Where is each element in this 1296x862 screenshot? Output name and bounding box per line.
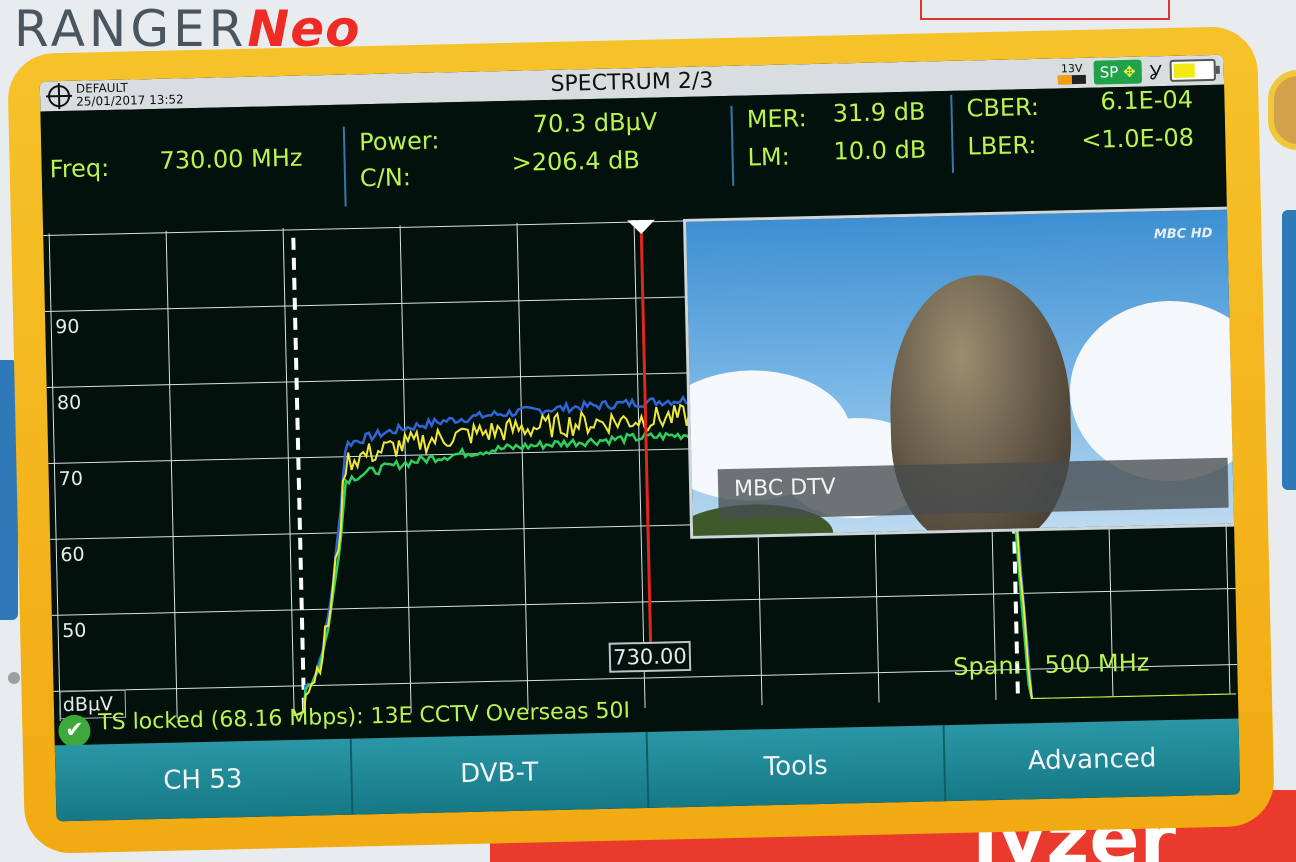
voltage-bar: [1057, 74, 1086, 84]
mode-badge[interactable]: SP ✥: [1093, 59, 1142, 85]
rotary-knob[interactable]: [1268, 70, 1296, 150]
voltage-label: 13V: [1060, 61, 1083, 75]
cn-value: >206.4 dB: [511, 145, 641, 177]
lm-label: LM:: [747, 142, 791, 172]
freq-value: 730.00 MHz: [159, 143, 303, 175]
y-tick-label: 60: [60, 544, 85, 567]
broadcaster-logo: MBC HD: [1153, 225, 1213, 243]
mer-label: MER:: [746, 104, 807, 134]
channel-caption: MBC DTV: [717, 457, 1229, 520]
right-side-button[interactable]: [1282, 210, 1296, 490]
grid-line-v: [399, 225, 412, 714]
span-readout: Span: 500 MHz: [952, 648, 1150, 681]
cber-value: 6.1E-04: [1100, 85, 1194, 116]
battery-icon: [1169, 58, 1217, 82]
softkey-tools[interactable]: Tools: [647, 725, 946, 808]
y-tick-label: 50: [62, 620, 87, 643]
grid-line-v: [516, 222, 529, 711]
voltage-indicator: 13V: [1057, 61, 1086, 84]
y-tick-label: 80: [57, 392, 82, 415]
lm-value: 10.0 dB: [833, 135, 927, 166]
led-indicator: [8, 672, 20, 684]
channel-edge-left: [291, 237, 307, 714]
move-arrows-icon: ✥: [1122, 62, 1136, 81]
softkey-advanced[interactable]: Advanced: [944, 719, 1240, 802]
power-label: Power:: [358, 126, 440, 157]
marker-triangle-icon[interactable]: [627, 219, 656, 235]
mer-value: 31.9 dB: [832, 97, 926, 128]
lber-value: <1.0E-08: [1080, 123, 1195, 154]
corner-decoration: [920, 0, 1170, 20]
grid-line-v: [165, 230, 178, 719]
device-bezel: DEFAULT 25/01/2017 13:52 SPECTRUM 2/3 13…: [7, 25, 1275, 855]
check-icon: ✔: [58, 714, 91, 748]
power-value: 70.3 dBµV: [532, 107, 658, 139]
y-tick-label: 90: [55, 316, 80, 339]
grid-line-h: [51, 588, 1236, 616]
softkey-channel[interactable]: CH 53: [54, 738, 353, 822]
cber-label: CBER:: [966, 92, 1040, 123]
freq-label: Freq:: [49, 153, 110, 184]
marker-frequency-label: 730.00: [608, 640, 692, 673]
cn-label: C/N:: [359, 163, 412, 193]
y-tick-label: 70: [58, 468, 83, 491]
antenna-icon: Ỿ: [1149, 59, 1163, 84]
status-area: 13V SP ✥ Ỿ: [1057, 57, 1217, 87]
device-screen: DEFAULT 25/01/2017 13:52 SPECTRUM 2/3 13…: [39, 54, 1241, 822]
softkey-standard[interactable]: DVB-T: [351, 731, 650, 815]
lber-label: LBER:: [967, 130, 1037, 161]
video-preview[interactable]: MBC HD MBC DTV: [682, 206, 1239, 539]
grid-line-v: [282, 228, 295, 716]
